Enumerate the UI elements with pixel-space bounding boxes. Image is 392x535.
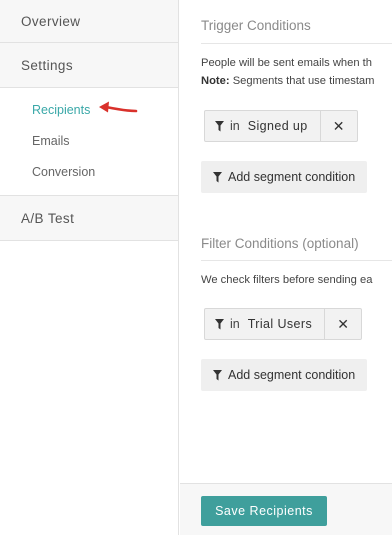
sidebar-subitem-emails[interactable]: Emails [0, 125, 178, 156]
segment-condition-button[interactable]: in Trial Users [205, 309, 326, 339]
section-divider [201, 43, 392, 44]
trigger-segment-condition: in Signed up ✕ [204, 110, 358, 142]
sidebar-item-overview[interactable]: Overview [0, 0, 178, 42]
sidebar-subitem-recipients[interactable]: Recipients [0, 94, 178, 125]
footer-bar: Save Recipients [180, 483, 392, 535]
segment-operator: in [230, 119, 240, 133]
filter-conditions-title: Filter Conditions (optional) [201, 236, 359, 251]
close-icon: ✕ [337, 315, 349, 332]
filter-description: We check filters before sending ea [201, 274, 373, 286]
segment-operator: in [230, 317, 240, 331]
sidebar-item-label: Overview [21, 13, 81, 29]
funnel-icon [213, 171, 222, 182]
funnel-icon [215, 318, 224, 329]
save-recipients-button[interactable]: Save Recipients [201, 496, 327, 526]
sidebar-subitem-label: Recipients [32, 102, 91, 117]
section-divider [201, 260, 392, 261]
close-icon: ✕ [332, 117, 345, 134]
remove-condition-button[interactable]: ✕ [325, 309, 361, 339]
sidebar: Overview Settings Recipients Emails Conv… [0, 0, 179, 535]
sidebar-subitem-label: Emails [32, 133, 70, 148]
note-label: Note: [201, 75, 230, 87]
funnel-icon [215, 120, 224, 131]
add-segment-condition-button[interactable]: Add segment condition [201, 161, 368, 193]
sidebar-subitem-label: Conversion [32, 164, 96, 179]
sidebar-item-label: Settings [21, 57, 73, 73]
sidebar-subitem-conversion[interactable]: Conversion [0, 156, 178, 187]
segment-value: Trial Users [247, 317, 313, 331]
filter-segment-condition: in Trial Users ✕ [204, 308, 363, 340]
add-segment-label: Add segment condition [228, 170, 356, 184]
sidebar-item-label: A/B Test [21, 210, 75, 226]
add-segment-condition-button[interactable]: Add segment condition [201, 359, 368, 391]
red-arrow-icon [99, 101, 138, 113]
segment-value: Signed up [247, 119, 308, 133]
note-text: Segments that use timestam [229, 75, 375, 87]
trigger-description: People will be sent emails when th [201, 57, 373, 69]
trigger-conditions-title: Trigger Conditions [201, 18, 311, 33]
trigger-note: Note: Segments that use timestam [201, 75, 374, 87]
main-panel: Trigger Conditions People will be sent e… [180, 0, 392, 535]
sidebar-item-settings[interactable]: Settings [0, 43, 178, 87]
remove-condition-button[interactable]: ✕ [321, 111, 357, 141]
sidebar-empty-area [0, 241, 178, 535]
sidebar-item-ab-test[interactable]: A/B Test [0, 196, 178, 240]
funnel-icon [213, 369, 222, 380]
segment-condition-button[interactable]: in Signed up [205, 111, 321, 141]
add-segment-label: Add segment condition [228, 368, 356, 382]
settings-submenu: Recipients Emails Conversion [0, 88, 178, 195]
